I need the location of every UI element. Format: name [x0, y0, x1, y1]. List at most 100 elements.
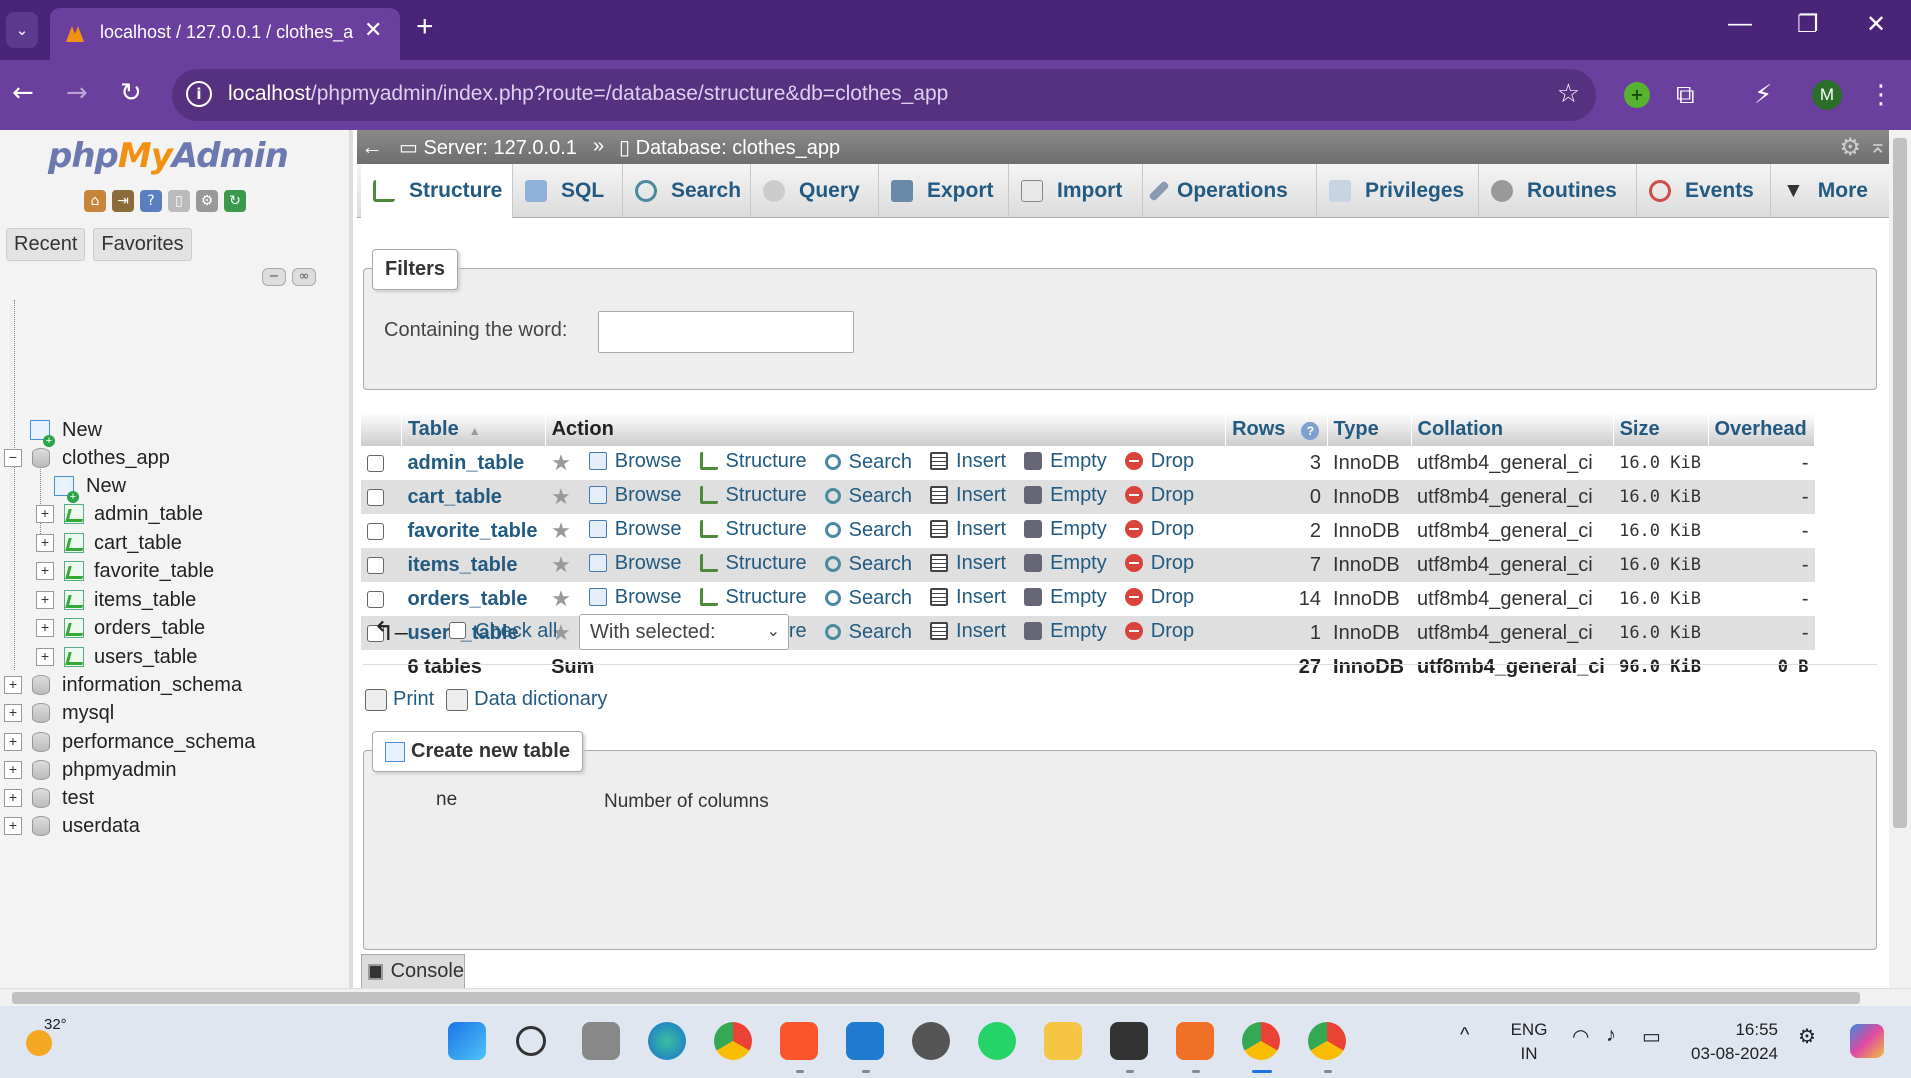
- favorite-star-icon[interactable]: ★: [551, 450, 571, 475]
- empty-action-link[interactable]: Empty: [1024, 586, 1107, 609]
- with-selected-dropdown[interactable]: With selected: ⌄: [579, 614, 789, 650]
- browse-action-link[interactable]: Browse: [588, 586, 682, 609]
- search-action-link[interactable]: Search: [824, 451, 912, 474]
- tab-more[interactable]: ▼ More: [1771, 164, 1889, 218]
- tab-structure[interactable]: Structure: [361, 164, 513, 219]
- structure-action-link[interactable]: Structure: [699, 450, 807, 473]
- tab-search[interactable]: Search: [623, 164, 751, 218]
- tab-routines[interactable]: Routines: [1479, 164, 1637, 218]
- extension-green-icon[interactable]: +: [1624, 82, 1650, 108]
- restore-button[interactable]: ❐: [1797, 10, 1819, 39]
- vertical-scrollbar[interactable]: [1889, 130, 1911, 988]
- new-tab-button[interactable]: +: [416, 10, 434, 44]
- tree-table-item[interactable]: + users_table: [36, 643, 197, 671]
- url-text[interactable]: localhost/phpmyadmin/index.php?route=/da…: [228, 82, 948, 106]
- console-toggle[interactable]: Console: [361, 954, 465, 988]
- site-info-icon[interactable]: i: [186, 81, 212, 107]
- performance-icon[interactable]: ⚡: [1754, 80, 1772, 110]
- tree-new-table[interactable]: New: [54, 472, 126, 503]
- browse-action-link[interactable]: Browse: [588, 450, 682, 473]
- tab-sql[interactable]: SQL: [513, 164, 623, 218]
- browse-action-link[interactable]: Browse: [588, 552, 682, 575]
- collation-column-header[interactable]: Collation: [1411, 412, 1614, 446]
- reload-button[interactable]: ↻: [120, 78, 142, 108]
- tree-table-item[interactable]: + orders_table: [36, 614, 205, 642]
- insert-action-link[interactable]: Insert: [930, 586, 1006, 609]
- toggle-navigation-icon[interactable]: ←: [361, 134, 383, 160]
- tab-operations[interactable]: Operations: [1143, 164, 1317, 218]
- notifications-icon[interactable]: ⚙: [1798, 1024, 1816, 1049]
- structure-action-link[interactable]: Structure: [699, 586, 807, 609]
- empty-action-link[interactable]: Empty: [1024, 552, 1107, 575]
- browser-menu-icon[interactable]: ⋮: [1868, 80, 1894, 110]
- battery-icon[interactable]: ▭: [1642, 1024, 1661, 1049]
- docs-icon[interactable]: ▯: [168, 190, 190, 212]
- favorites-button[interactable]: Favorites: [93, 228, 192, 261]
- row-checkbox[interactable]: [367, 454, 384, 472]
- wifi-icon[interactable]: ◠: [1572, 1024, 1589, 1049]
- tree-table-item[interactable]: + favorite_table: [36, 557, 214, 585]
- insert-action-link[interactable]: Insert: [930, 518, 1006, 541]
- volume-icon[interactable]: ♪: [1606, 1024, 1616, 1047]
- brave-icon[interactable]: [780, 1022, 818, 1060]
- minimize-button[interactable]: —: [1728, 10, 1752, 38]
- browse-action-link[interactable]: Browse: [588, 484, 682, 507]
- search-icon[interactable]: [516, 1026, 546, 1056]
- reload-nav-icon[interactable]: ↻: [224, 190, 246, 212]
- expand-table-icon[interactable]: +: [36, 619, 54, 637]
- system-clock[interactable]: 16:55 03-08-2024: [1688, 1018, 1778, 1066]
- empty-action-link[interactable]: Empty: [1024, 450, 1107, 473]
- collapse-db-icon[interactable]: −: [4, 449, 22, 467]
- tab-export[interactable]: Export: [879, 164, 1009, 218]
- print-link[interactable]: Print: [365, 688, 434, 711]
- expand-db-icon[interactable]: +: [4, 761, 22, 779]
- search-action-link[interactable]: Search: [824, 587, 912, 610]
- row-checkbox[interactable]: [367, 488, 384, 506]
- browse-action-link[interactable]: Browse: [588, 518, 682, 541]
- filter-word-input[interactable]: [598, 311, 854, 353]
- tree-db-item[interactable]: + information_schema: [4, 671, 242, 699]
- tab-search-button[interactable]: ⌄: [6, 12, 38, 48]
- tree-new-database[interactable]: New: [30, 416, 102, 447]
- table-name-link[interactable]: items_table: [407, 554, 517, 576]
- tree-table-item[interactable]: + cart_table: [36, 529, 182, 557]
- check-all-label[interactable]: Check all: [475, 620, 557, 643]
- breadcrumb-database[interactable]: ▯ Database: clothes_app: [619, 135, 840, 160]
- expand-db-icon[interactable]: +: [4, 789, 22, 807]
- expand-table-icon[interactable]: +: [36, 591, 54, 609]
- search-action-link[interactable]: Search: [824, 553, 912, 576]
- type-column-header[interactable]: Type: [1327, 412, 1412, 446]
- insert-action-link[interactable]: Insert: [930, 552, 1006, 575]
- tree-db-item[interactable]: + performance_schema: [4, 728, 255, 756]
- rows-column-header[interactable]: Rows?: [1225, 412, 1328, 446]
- chrome-icon[interactable]: [714, 1022, 752, 1060]
- structure-action-link[interactable]: Structure: [699, 552, 807, 575]
- insert-action-link[interactable]: Insert: [930, 450, 1006, 473]
- search-action-link[interactable]: Search: [824, 519, 912, 542]
- search-action-link[interactable]: Search: [824, 485, 912, 508]
- breadcrumb-server[interactable]: ▭ Server: 127.0.0.1: [399, 135, 577, 160]
- link-with-main-icon[interactable]: ∞: [292, 268, 316, 286]
- expand-table-icon[interactable]: +: [36, 505, 54, 523]
- drop-action-link[interactable]: Drop: [1124, 450, 1194, 473]
- table-name-link[interactable]: cart_table: [407, 486, 502, 508]
- drop-action-link[interactable]: Drop: [1124, 620, 1194, 643]
- tree-db-item[interactable]: + userdata: [4, 812, 140, 840]
- horizontal-scrollbar[interactable]: [0, 988, 1911, 1006]
- insert-action-link[interactable]: Insert: [930, 484, 1006, 507]
- tree-db-clothes-app[interactable]: − clothes_app: [4, 444, 170, 472]
- help-icon[interactable]: ?: [1301, 421, 1320, 440]
- phpmyadmin-logo[interactable]: phpMyAdmin: [48, 136, 289, 176]
- bookmark-star-icon[interactable]: ☆: [1557, 79, 1580, 109]
- tab-import[interactable]: Import: [1009, 164, 1143, 218]
- empty-action-link[interactable]: Empty: [1024, 484, 1107, 507]
- browser-tab-active[interactable]: localhost / 127.0.0.1 / clothes_a ✕: [50, 8, 400, 60]
- vscode-icon[interactable]: [846, 1022, 884, 1060]
- favorite-star-icon[interactable]: ★: [551, 518, 571, 543]
- home-icon[interactable]: ⌂: [84, 190, 106, 212]
- copilot-icon[interactable]: [1850, 1024, 1884, 1058]
- tab-events[interactable]: Events: [1637, 164, 1771, 218]
- chrome-profile-icon[interactable]: [1242, 1022, 1280, 1060]
- weather-widget[interactable]: 32°: [20, 1016, 67, 1060]
- edge-icon[interactable]: [648, 1022, 686, 1060]
